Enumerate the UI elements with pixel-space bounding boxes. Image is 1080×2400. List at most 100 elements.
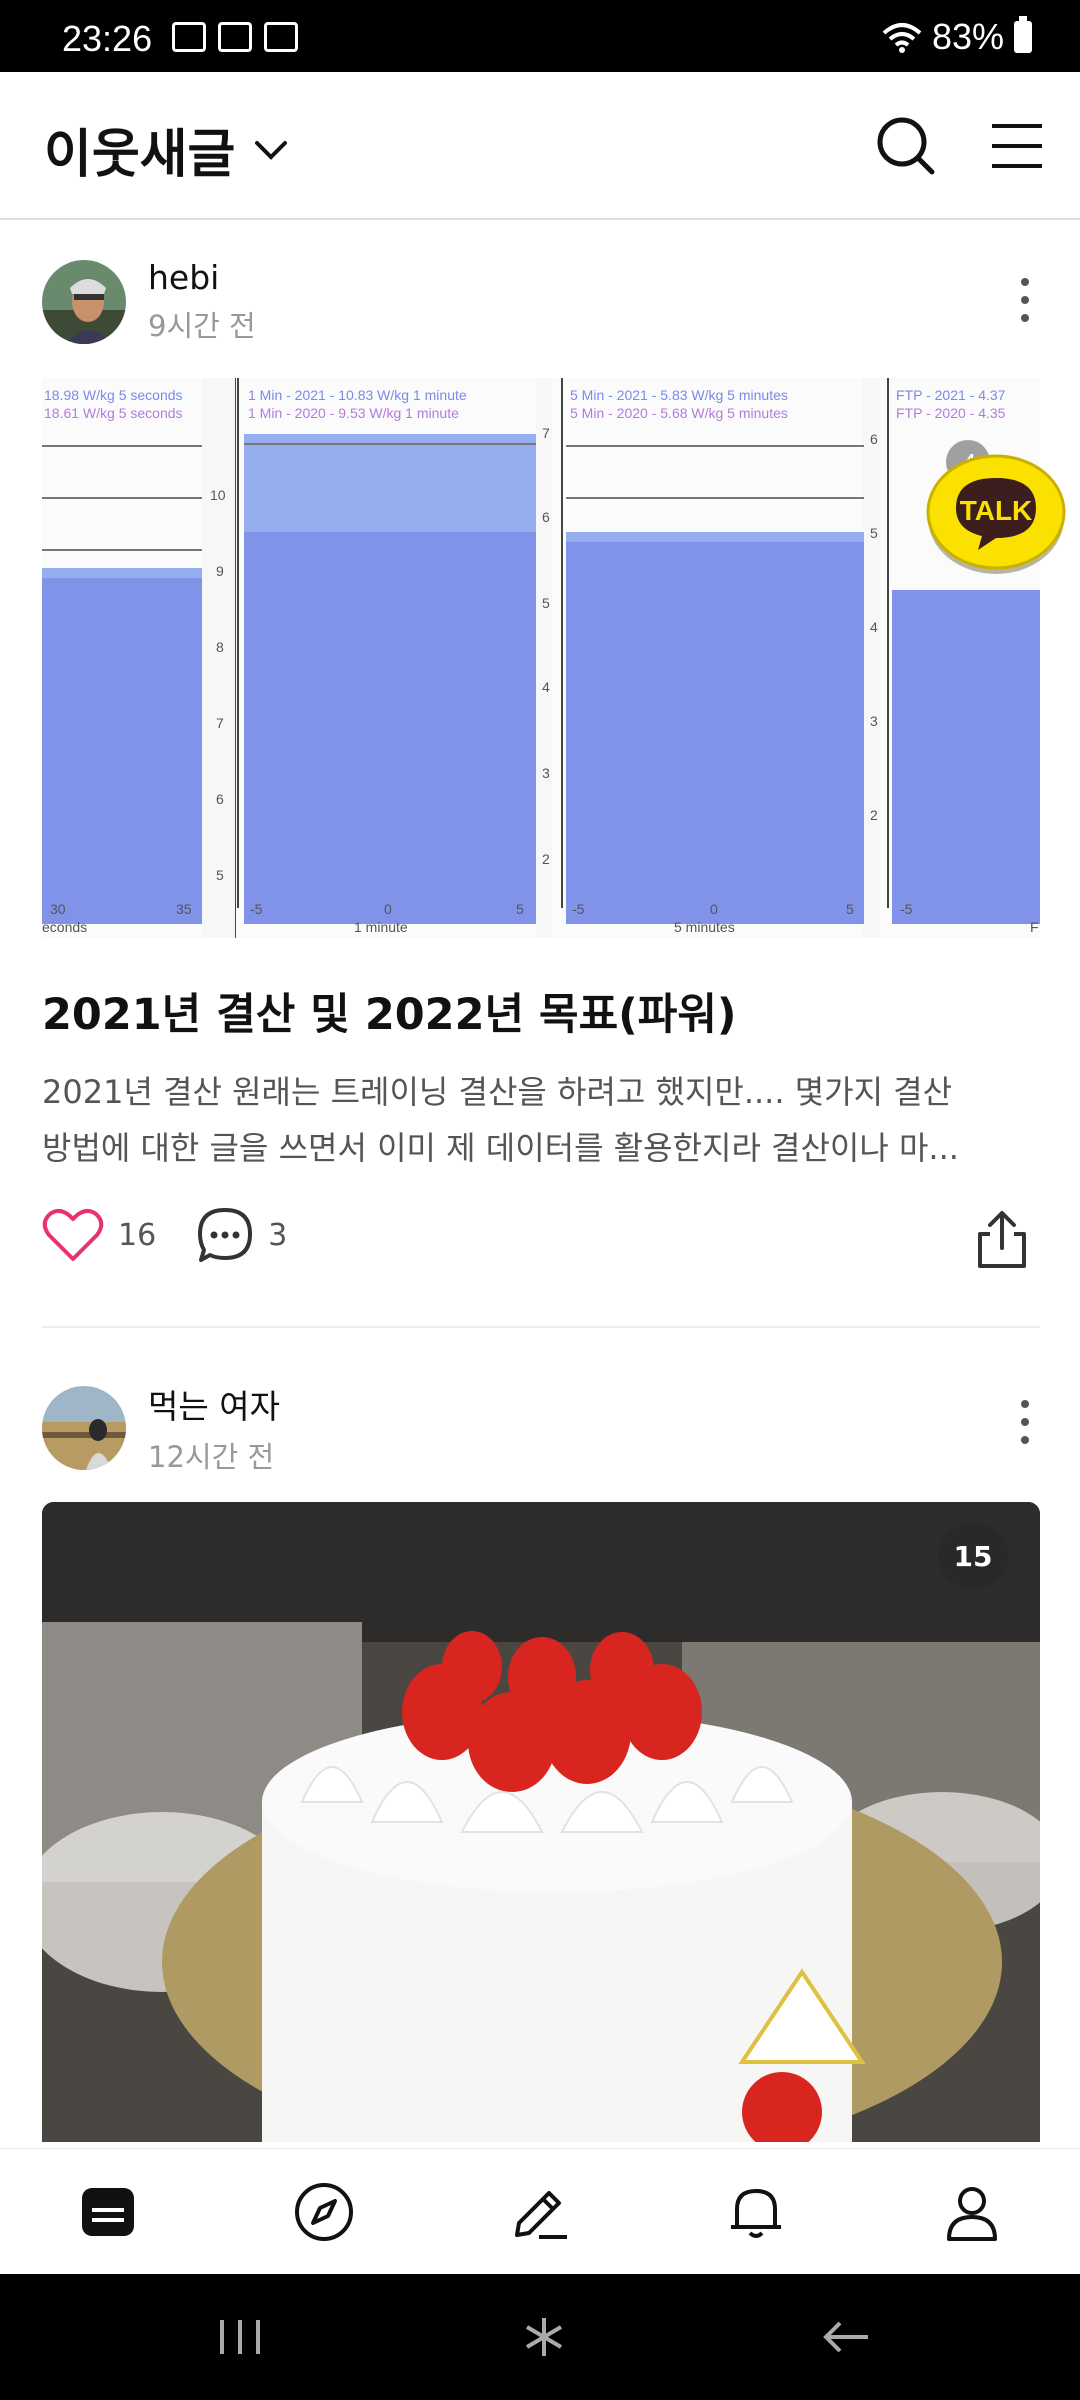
chart-tick: 3	[542, 765, 550, 781]
nav-notifications[interactable]	[721, 2177, 791, 2247]
nav-write[interactable]	[505, 2177, 575, 2247]
status-time: 23:26	[62, 18, 153, 59]
post-actions: 16 3	[42, 1206, 327, 1264]
compass-icon	[295, 2182, 353, 2241]
more-options-icon[interactable]	[1010, 1392, 1040, 1452]
chart-tick: 4	[870, 619, 878, 635]
post-author[interactable]: 먹는 여자 12시간 전	[42, 1380, 280, 1476]
comment-icon[interactable]	[196, 1206, 254, 1264]
post-chart-image[interactable]: 18.98 W/kg 5 seconds 18.61 W/kg 5 second…	[42, 378, 1040, 938]
nav-explore[interactable]	[289, 2177, 359, 2247]
voicemail-icon	[264, 22, 298, 52]
comment-count: 3	[268, 1217, 288, 1253]
author-name: 먹는 여자	[148, 1387, 280, 1426]
chart-tick: 6	[216, 791, 224, 807]
chart-tick: 6	[542, 509, 550, 525]
photo-count-badge: 15	[938, 1524, 1008, 1588]
chart-panel-3: 5 Min - 2021 - 5.83 W/kg 5 minutes 5 Min…	[542, 378, 864, 938]
back-icon[interactable]	[816, 2314, 876, 2360]
excerpt-line-1: 2021년 결산 원래는 트레이닝 결산을 하려고 했지만.... 몇가지 결산	[42, 1073, 953, 1111]
wifi-icon	[882, 23, 922, 53]
chart-tick: 5	[542, 595, 550, 611]
dex-icon	[218, 22, 252, 52]
chart-bar	[566, 542, 864, 924]
post-author[interactable]: hebi 9시간 전	[42, 258, 256, 345]
chart-tick: 9	[216, 563, 224, 579]
excerpt-line-2: 방법에 대한 글을 쓰면서 이미 제 데이터를 활용한지라 결산이나 마...	[42, 1129, 959, 1167]
chart-bar	[244, 532, 536, 924]
chart-tick: 5	[516, 901, 524, 917]
post-excerpt[interactable]: 2021년 결산 원래는 트레이닝 결산을 하려고 했지만.... 몇가지 결산…	[42, 1064, 1040, 1176]
post-time: 9시간 전	[148, 309, 256, 343]
chart-panel-1: 18.98 W/kg 5 seconds 18.61 W/kg 5 second…	[42, 378, 237, 938]
talk-label: TALK	[960, 495, 1033, 526]
post-photo[interactable]: 15	[42, 1502, 1040, 2142]
chart-tick: -5	[900, 901, 913, 917]
chart-bar	[892, 590, 1040, 924]
avatar[interactable]	[42, 259, 126, 344]
bottom-navigation	[0, 2148, 1080, 2274]
author-name: hebi	[148, 258, 220, 297]
chart-tick: -5	[572, 901, 585, 917]
heart-icon[interactable]	[42, 1207, 104, 1263]
gallery-icon	[172, 22, 206, 52]
kakao-talk-button[interactable]: 4 TALK	[924, 438, 1068, 578]
status-notification-icons	[172, 22, 298, 52]
chart-tick: 6	[870, 431, 878, 447]
home-icon[interactable]	[514, 2314, 574, 2360]
chart-legend: FTP - 2021 - 4.37	[896, 387, 1006, 403]
chart-tick: 2	[870, 807, 878, 823]
nav-feed[interactable]	[73, 2177, 143, 2247]
pencil-icon	[515, 2190, 567, 2239]
nav-profile[interactable]	[937, 2177, 1007, 2247]
menu-icon[interactable]	[984, 114, 1048, 178]
status-bar: 23:26 83%	[0, 0, 1080, 72]
profile-icon	[947, 2186, 997, 2241]
chart-tick: 5	[870, 525, 878, 541]
chart-tick: 7	[216, 715, 224, 731]
chart-axis-label: econds	[42, 919, 87, 935]
chart-tick: 30	[50, 901, 66, 917]
chart-tick: 10	[210, 487, 226, 503]
like-count: 16	[118, 1217, 157, 1253]
chart-tick: 3	[870, 713, 878, 729]
chart-bar	[244, 434, 536, 538]
chart-tick: 7	[542, 425, 550, 441]
chart-tick: 4	[542, 679, 550, 695]
chart-tick: 5	[216, 867, 224, 883]
chart-axis-label: 5 minutes	[674, 919, 735, 935]
post-time: 12시간 전	[148, 1440, 275, 1474]
feed-selector[interactable]: 이웃새글	[44, 112, 289, 187]
bell-icon	[731, 2188, 781, 2238]
chart-legend: 1 Min - 2021 - 10.83 W/kg 1 minute	[248, 387, 467, 403]
chart-tick: 8	[216, 639, 224, 655]
chart-tick: 2	[542, 851, 550, 867]
status-right: 83%	[882, 16, 1032, 58]
search-icon[interactable]	[874, 114, 938, 178]
chart-legend: 18.98 W/kg 5 seconds	[44, 387, 183, 403]
chart-legend: 5 Min - 2020 - 5.68 W/kg 5 minutes	[570, 405, 788, 421]
chart-axis-label: 1 minute	[354, 919, 408, 935]
chart-tick: -5	[250, 901, 263, 917]
chart-tick: F	[1030, 919, 1039, 935]
page-title: 이웃새글	[44, 125, 236, 185]
post-title[interactable]: 2021년 결산 및 2022년 목표(파워)	[42, 980, 737, 1042]
chart-legend: 1 Min - 2020 - 9.53 W/kg 1 minute	[248, 405, 459, 421]
chart-legend: 5 Min - 2021 - 5.83 W/kg 5 minutes	[570, 387, 788, 403]
chart-legend: 18.61 W/kg 5 seconds	[44, 405, 183, 421]
more-options-icon[interactable]	[1010, 270, 1040, 330]
chart-legend: FTP - 2020 - 4.35	[896, 405, 1006, 421]
chart-tick: 5	[846, 901, 854, 917]
battery-icon	[1014, 16, 1032, 53]
avatar[interactable]	[42, 1386, 126, 1470]
system-navigation	[0, 2274, 1080, 2400]
app-header: 이웃새글	[0, 72, 1080, 220]
share-icon[interactable]	[974, 1210, 1030, 1270]
post-divider	[42, 1326, 1040, 1328]
battery-percent: 83%	[931, 16, 1004, 57]
chart-bar	[42, 578, 202, 924]
chart-tick: 0	[710, 901, 718, 917]
recent-apps-icon[interactable]	[210, 2314, 270, 2360]
chart-panel-2: 1 Min - 2021 - 10.83 W/kg 1 minute 1 Min…	[210, 378, 536, 938]
chevron-down-icon	[255, 140, 288, 160]
